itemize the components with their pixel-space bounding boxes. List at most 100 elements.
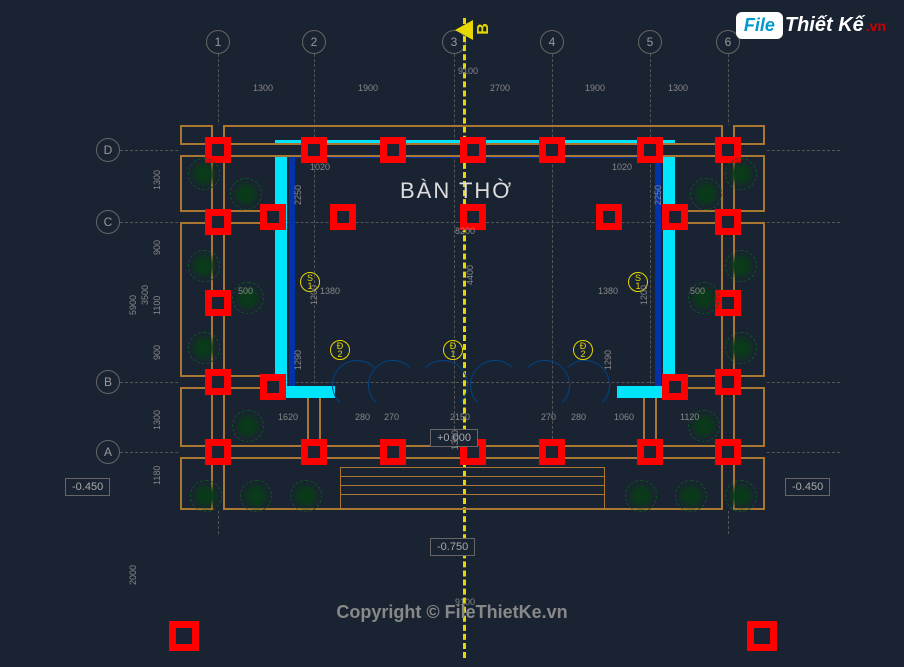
col-a2 — [301, 439, 327, 465]
dim: 900 — [152, 240, 162, 255]
level-minus450-l: -0.450 — [65, 478, 110, 496]
col-b1 — [205, 369, 231, 395]
col-c6 — [715, 209, 741, 235]
dim: 500 — [690, 286, 705, 296]
grid-bubble-2: 2 — [302, 30, 326, 54]
dim: 1380 — [450, 430, 460, 450]
col-a5 — [637, 439, 663, 465]
wall-right — [663, 140, 675, 398]
grid-bubble-1: 1 — [206, 30, 230, 54]
grid-bubble-4: 4 — [540, 30, 564, 54]
dim: 1300 — [152, 410, 162, 430]
grid-bubble-d: D — [96, 138, 120, 162]
grid-bubble-a: A — [96, 440, 120, 464]
room-label: BÀN THỜ — [400, 178, 513, 204]
tree-icon — [232, 410, 264, 442]
dim: 2700 — [490, 83, 510, 93]
dim: 1290 — [293, 350, 303, 370]
level-minus750: -0.750 — [430, 538, 475, 556]
dim: 1900 — [585, 83, 605, 93]
dim: 3500 — [140, 285, 150, 305]
col-b1b — [260, 374, 286, 400]
electrical-d2-r: Đ 2 — [573, 340, 593, 360]
tree-icon — [625, 480, 657, 512]
section-marker-b — [455, 20, 473, 40]
col-c5 — [596, 204, 622, 230]
tree-icon — [188, 332, 220, 364]
dim: 1020 — [612, 162, 632, 172]
dim: 2250 — [293, 185, 303, 205]
dim: 1200 — [309, 285, 319, 305]
dim: 1290 — [603, 350, 613, 370]
col-b5b — [662, 374, 688, 400]
dim: 1380 — [320, 286, 340, 296]
dim: 280 — [571, 412, 586, 422]
copyright-watermark: Copyright © FileThietKe.vn — [336, 602, 567, 623]
dim: 270 — [541, 412, 556, 422]
col-m1 — [205, 290, 231, 316]
col-a2b — [380, 439, 406, 465]
dim: 2150 — [450, 412, 470, 422]
col-a1 — [205, 439, 231, 465]
dim: 9100 — [458, 66, 478, 76]
col-a4 — [539, 439, 565, 465]
dim: 5900 — [128, 295, 138, 315]
electrical-d2-l: Đ 2 — [330, 340, 350, 360]
dim: 1300 — [668, 83, 688, 93]
grid-bubble-b: B — [96, 370, 120, 394]
col-c5b — [662, 204, 688, 230]
col-b6 — [715, 369, 741, 395]
tree-icon — [230, 178, 262, 210]
watermark-logo: File Thiết Kế .vn — [736, 12, 886, 39]
dim: 1100 — [152, 296, 162, 315]
grid-bubble-5: 5 — [638, 30, 662, 54]
cad-canvas[interactable]: 1 2 3 4 5 6 D C B A B — [0, 0, 904, 667]
dim: 1300 — [152, 170, 162, 190]
level-minus450-r: -0.450 — [785, 478, 830, 496]
dim: 2250 — [653, 185, 663, 205]
tree-icon — [188, 158, 220, 190]
tree-icon — [690, 178, 722, 210]
dim: 1300 — [253, 83, 273, 93]
col-d5 — [637, 137, 663, 163]
col-c1 — [205, 209, 231, 235]
col-d3 — [460, 137, 486, 163]
dim: 2000 — [128, 565, 138, 585]
dim: 1020 — [310, 162, 330, 172]
tree-icon — [290, 480, 322, 512]
col-c2 — [330, 204, 356, 230]
col-d4 — [539, 137, 565, 163]
logo-box: File — [736, 12, 783, 39]
dim: 280 — [355, 412, 370, 422]
dim: 1180 — [152, 466, 162, 485]
tree-icon — [725, 158, 757, 190]
wall-left — [275, 140, 287, 398]
grid-bubble-c: C — [96, 210, 120, 234]
dim: 8200 — [455, 226, 475, 236]
tree-icon — [675, 480, 707, 512]
col-a6 — [715, 439, 741, 465]
tree-icon — [188, 250, 220, 282]
dim: 1380 — [598, 286, 618, 296]
dim: 1120 — [680, 412, 699, 422]
section-label-b: B — [475, 23, 493, 35]
dim: 1620 — [278, 412, 298, 422]
dim: 270 — [384, 412, 399, 422]
logo-text: Thiết Kế — [785, 14, 864, 37]
tree-icon — [725, 250, 757, 282]
dim: 1060 — [614, 412, 634, 422]
steps — [340, 467, 605, 509]
dim: 1900 — [358, 83, 378, 93]
dim: 900 — [152, 345, 162, 360]
col-foot-l — [169, 621, 199, 651]
col-d2b — [380, 137, 406, 163]
col-c1b — [260, 204, 286, 230]
logo-suffix: .vn — [866, 18, 886, 34]
col-foot-r — [747, 621, 777, 651]
dim: 1200 — [639, 285, 649, 305]
tree-icon — [240, 480, 272, 512]
col-d2 — [301, 137, 327, 163]
dim: 4400 — [465, 265, 475, 285]
tree-icon — [725, 332, 757, 364]
electrical-d1: Đ 1 — [443, 340, 463, 360]
